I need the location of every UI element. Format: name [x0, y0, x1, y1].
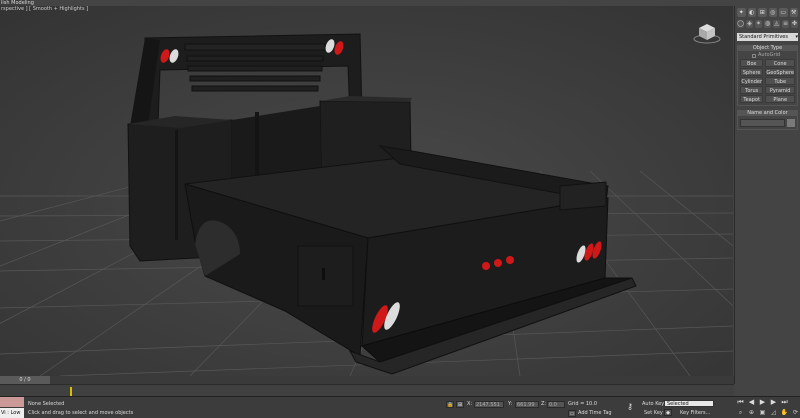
box-button[interactable]: Box: [740, 59, 764, 67]
lights-icon[interactable]: ✶: [755, 20, 762, 28]
go-to-start-icon[interactable]: ⏮: [736, 398, 745, 406]
set-key-icon[interactable]: ◆: [664, 409, 672, 416]
y-label: Y:: [508, 401, 513, 407]
prompt-line: Click and drag to select and move object…: [28, 410, 134, 416]
selection-status: None Selected: [28, 401, 65, 407]
time-slider-bar[interactable]: 0 / 0: [0, 376, 734, 384]
teapot-button[interactable]: Teapot: [740, 95, 764, 103]
track-bar[interactable]: [0, 384, 734, 396]
hierarchy-tab-icon[interactable]: ⊞: [758, 8, 767, 17]
z-label: Z:: [541, 401, 547, 407]
category-dropdown-value: Standard Primitives: [739, 34, 788, 40]
motion-tab-icon[interactable]: ◎: [768, 8, 777, 17]
create-tab-icon[interactable]: ✦: [737, 8, 746, 17]
object-color-swatch[interactable]: [787, 119, 795, 127]
pyramid-button[interactable]: Pyramid: [765, 86, 795, 94]
zoom-all-icon[interactable]: ⊕: [747, 409, 756, 417]
autogrid-checkbox[interactable]: AutoGrid: [740, 52, 795, 59]
geometry-icon[interactable]: ◯: [737, 20, 744, 28]
shapes-icon[interactable]: ◈: [746, 20, 753, 28]
pan-icon[interactable]: ✋: [780, 409, 789, 417]
viewport-navigation: ⌕ ⊕ ▣ ◿ ✋ ⟳: [736, 409, 800, 417]
auto-key-button[interactable]: Auto Key: [642, 401, 664, 407]
checkbox-icon: [752, 53, 756, 58]
time-tag-icon[interactable]: ▭: [568, 410, 576, 417]
x-label: X:: [467, 401, 473, 407]
x-coord-field[interactable]: 2147.551: [474, 401, 504, 408]
cameras-icon[interactable]: ◍: [764, 20, 771, 28]
geosphere-button[interactable]: GeoSphere: [765, 68, 795, 76]
orbit-icon[interactable]: ⟳: [791, 409, 800, 417]
playback-controls: ⏮ ◀ ▶ ▶ ⏭: [736, 398, 789, 406]
display-tab-icon[interactable]: ▭: [779, 8, 788, 17]
cone-button[interactable]: Cone: [765, 59, 795, 67]
spacewarps-icon[interactable]: ≡: [782, 20, 789, 28]
cylinder-button[interactable]: Cylinder: [740, 77, 764, 85]
time-slider[interactable]: 0 / 0: [0, 376, 50, 384]
maxscript-output[interactable]: Vi : Low: [0, 408, 24, 418]
name-color-rollout: [737, 116, 798, 130]
app-window: lish Modeling rspective ] [ Smooth + Hig…: [0, 0, 800, 418]
lock-selection-icon[interactable]: 🔒: [446, 401, 454, 408]
add-time-tag-button[interactable]: Add Time Tag: [578, 410, 612, 416]
viewport-label[interactable]: rspective ] [ Smooth + Highlights ]: [1, 6, 88, 12]
autogrid-label: AutoGrid: [758, 52, 781, 58]
z-coord-field[interactable]: 0.0: [547, 401, 565, 408]
field-of-view-icon[interactable]: ◿: [769, 409, 778, 417]
previous-frame-icon[interactable]: ◀: [747, 398, 756, 406]
go-to-end-icon[interactable]: ⏭: [780, 398, 789, 406]
viewcube-icon[interactable]: [693, 20, 721, 44]
key-mode-dropdown[interactable]: Selected: [664, 400, 714, 407]
utilities-tab-icon[interactable]: ⚒: [789, 8, 798, 17]
tube-button[interactable]: Tube: [765, 77, 795, 85]
object-name-field[interactable]: [740, 119, 785, 127]
create-subtabs: ◯ ◈ ✶ ◍ ◬ ≡ ✤: [735, 18, 800, 30]
absolute-mode-icon[interactable]: ⊞: [456, 401, 464, 408]
category-dropdown[interactable]: Standard Primitives ▾: [737, 33, 798, 41]
systems-icon[interactable]: ✤: [791, 20, 798, 28]
key-icon[interactable]: ⚷: [624, 403, 636, 410]
helpers-icon[interactable]: ◬: [773, 20, 780, 28]
primitive-button-grid: Box Cone Sphere GeoSphere Cylinder Tube …: [740, 59, 795, 103]
command-panel-tabs: ✦ ◐ ⊞ ◎ ▭ ⚒: [735, 6, 800, 18]
current-frame-marker: [70, 387, 72, 396]
grid-spacing: Grid = 10.0: [568, 401, 597, 407]
plane-button[interactable]: Plane: [765, 95, 795, 103]
zoom-icon[interactable]: ⌕: [736, 409, 745, 417]
y-coord-field[interactable]: 661.99: [515, 401, 539, 408]
sphere-button[interactable]: Sphere: [740, 68, 764, 76]
key-filters-button[interactable]: Key Filters...: [680, 410, 710, 416]
perspective-viewport[interactable]: rspective ] [ Smooth + Highlights ]: [0, 6, 733, 376]
set-key-button[interactable]: Set Key: [644, 410, 663, 416]
chevron-down-icon: ▾: [795, 34, 798, 40]
next-frame-icon[interactable]: ▶: [769, 398, 778, 406]
torus-button[interactable]: Torus: [740, 86, 764, 94]
scene-canvas: [0, 6, 733, 376]
command-panel: ✦ ◐ ⊞ ◎ ▭ ⚒ ◯ ◈ ✶ ◍ ◬ ≡ ✤ Standard Primi…: [734, 6, 800, 384]
maxscript-listener-mini[interactable]: [0, 397, 24, 407]
status-bar: Vi : Low None Selected Click and drag to…: [0, 396, 800, 418]
zoom-extents-icon[interactable]: ▣: [758, 409, 767, 417]
play-icon[interactable]: ▶: [758, 398, 767, 406]
object-type-rollout: AutoGrid Box Cone Sphere GeoSphere Cylin…: [737, 51, 798, 106]
modify-tab-icon[interactable]: ◐: [747, 8, 756, 17]
